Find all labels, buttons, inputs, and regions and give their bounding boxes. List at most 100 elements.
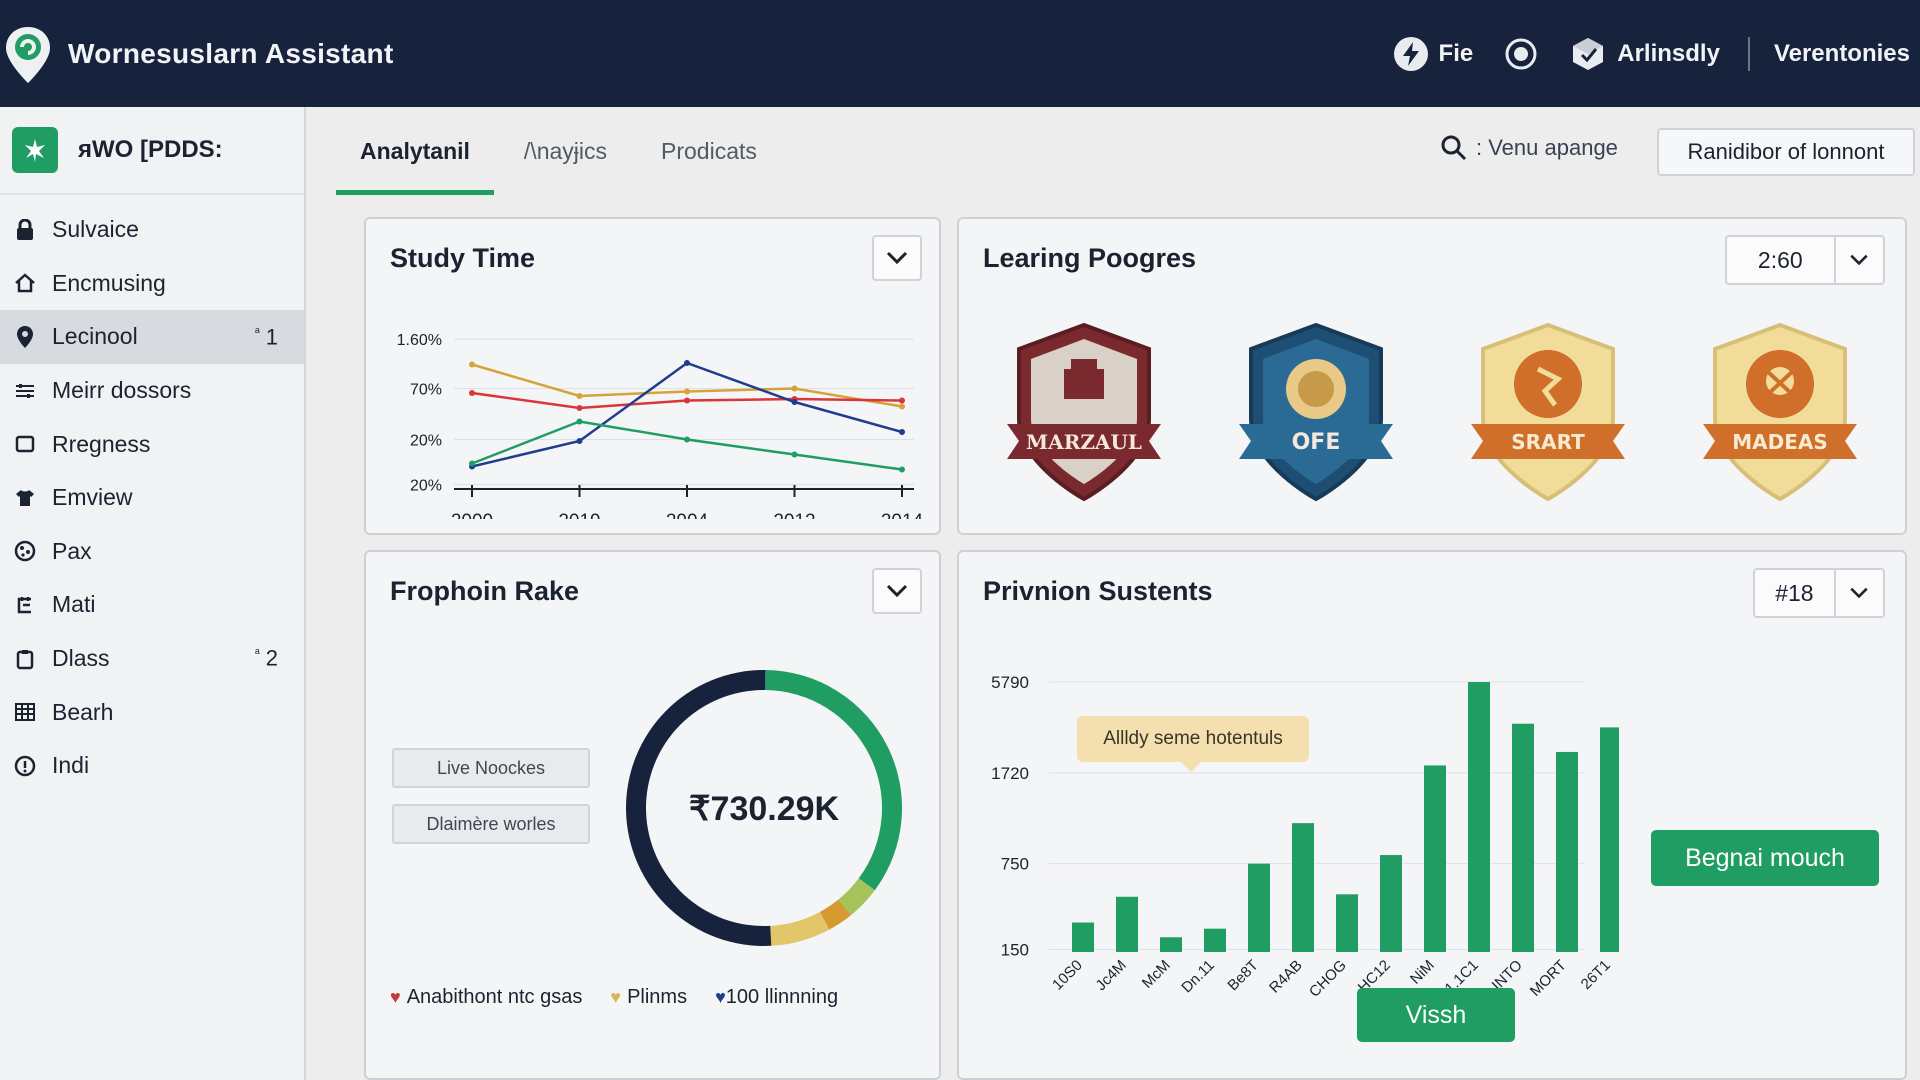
sidebar-item-label: Rregness <box>52 430 151 457</box>
chevron-down-icon <box>886 584 908 598</box>
sidebar-item-label: Meirr dossors <box>52 377 192 404</box>
box-icon <box>1573 37 1604 70</box>
achievement-badge-madeas-icon: MADEAS <box>1703 322 1857 502</box>
dropdown-value: 2:60 <box>1727 237 1836 283</box>
dlaimere-worles-button[interactable]: Dlaimère worles <box>392 804 590 844</box>
pin-icon <box>12 324 38 350</box>
header-action-label: Arlinsdly <box>1617 39 1720 67</box>
sidebar-item-encmusing[interactable]: Encmusing <box>0 257 304 311</box>
card-title: Privnion Sustents <box>983 576 1213 606</box>
sidebar-item-emview[interactable]: Emview <box>0 471 304 525</box>
x-tick-label: 2014 <box>881 511 924 519</box>
search-control[interactable]: : Venu apange <box>1440 134 1618 162</box>
series-point <box>684 360 690 366</box>
x-tick-label: Dn.11 <box>1178 957 1218 997</box>
badge-row: MARZAUL OFE SRART MADEAS <box>999 319 1859 509</box>
card-title: Learing Poogres <box>983 243 1197 273</box>
sidebar-title: ᴙWO [PDDS: <box>78 136 223 163</box>
sidebar-badge-value: 1 <box>265 324 278 350</box>
badge-label: SRART <box>1511 430 1585 454</box>
target-icon <box>1505 38 1537 69</box>
series-line <box>471 420 903 471</box>
y-tick-label: 1.60% <box>397 332 442 349</box>
header-action-fie[interactable]: Fie <box>1393 36 1474 72</box>
bar <box>1248 863 1270 952</box>
sidebar-item-sulvaice[interactable]: Sulvaice <box>0 203 304 257</box>
bar <box>1600 727 1619 952</box>
search-label: : Venu apange <box>1476 135 1618 160</box>
header-action-label: Fie <box>1438 39 1474 67</box>
header-action-arlinsdly[interactable]: Arlinsdly <box>1569 35 1720 73</box>
live-noockes-button[interactable]: Live Noockes <box>392 748 590 788</box>
x-tick-label: Jc4M <box>1092 957 1129 994</box>
bar <box>1424 765 1446 952</box>
header-action-label: Verentonies <box>1773 39 1910 67</box>
donut-legend: ♥ Anabithont ntc gsas ♥ Plinms ♥100 llinnn… <box>390 986 838 1009</box>
sidebar-item-bearh[interactable]: Bearh <box>0 685 304 739</box>
x-tick-label: 26T1 <box>1578 957 1614 993</box>
legend-label: Plinms <box>627 986 688 1008</box>
bar <box>1160 937 1182 952</box>
badge-label: MARZAUL <box>1026 430 1142 454</box>
series-point <box>791 399 798 405</box>
frophoin-rake-donut-chart: ₹730.29K <box>626 670 902 946</box>
y-tick-label: 150 <box>1001 941 1029 960</box>
y-tick-label: 750 <box>1001 855 1029 874</box>
sidebar-item-label: Lecinool <box>52 323 138 350</box>
x-tick-label: CHOG <box>1306 957 1350 1001</box>
donut-slice <box>770 911 830 946</box>
donut-center-value: ₹730.29K <box>689 790 840 828</box>
bar <box>1204 928 1226 952</box>
learning-progress-dropdown[interactable]: 2:60 <box>1725 235 1885 285</box>
sidebar-item-dlass[interactable]: Dlass ᵃ2 <box>0 632 304 686</box>
x-tick-label: NiM <box>1407 957 1438 988</box>
header-divider <box>1747 36 1750 71</box>
header-action-target[interactable] <box>1505 38 1547 70</box>
bar <box>1468 682 1490 952</box>
study-time-card: Study Time 1.60% 70% 20% 20% 2000 2019 2904 201… <box>364 217 941 535</box>
series-point <box>684 436 690 443</box>
sidebar-item-label: Bearh <box>52 698 114 725</box>
frophoin-rake-dropdown[interactable] <box>872 568 922 614</box>
header-actions: Fie Arlinsdly Verentonies <box>1393 0 1910 107</box>
sidebar-item-mati[interactable]: Mati <box>0 578 304 632</box>
sidebar-item-label: Emview <box>52 484 133 511</box>
sidebar-item-rregness[interactable]: Rregness <box>0 417 304 471</box>
sidebar-item-indi[interactable]: Indi <box>0 739 304 793</box>
tab-prodicats[interactable]: Prodicats <box>637 107 781 195</box>
header-action-verentonies[interactable]: Verentonies <box>1774 40 1910 68</box>
app-title: Wornesuslarn Assistant <box>68 37 394 69</box>
tab-analytics[interactable]: /\nayɉics <box>500 107 631 195</box>
home-icon <box>12 270 38 296</box>
sidebar-item-meirr-dossors[interactable]: Meirr dossors <box>0 364 304 418</box>
learning-progress-card: Learing Poogres 2:60 MARZAUL OFE SRART M… <box>957 217 1907 535</box>
x-tick-label: 2904 <box>666 511 709 519</box>
sidebar-logo-icon <box>12 127 58 173</box>
donut-slice <box>765 670 902 891</box>
x-tick-label: McM <box>1139 957 1174 992</box>
legend-item: ♥100 llinnning <box>715 986 838 1009</box>
sidebar-badge-value: 2 <box>265 645 278 671</box>
sidebar-count-badge: ᵃ1 <box>254 323 278 350</box>
chevron-down-icon <box>886 251 908 265</box>
bar <box>1556 751 1578 952</box>
dropdown-value: #18 <box>1755 570 1836 616</box>
achievement-badge-srart-icon: SRART <box>1471 322 1625 502</box>
x-tick-label: 2019 <box>558 511 600 519</box>
begnai-mouch-button[interactable]: Begnai mouch <box>1651 830 1879 886</box>
bar <box>1336 894 1358 952</box>
brand-logo-icon <box>4 25 52 83</box>
tab-analytanil[interactable]: Analytanil <box>336 107 494 195</box>
bar <box>1292 823 1314 952</box>
vissh-button[interactable]: Vissh <box>1357 988 1515 1042</box>
sidebar-item-lecinool[interactable]: Lecinool ᵃ1 <box>0 310 304 364</box>
ranidibor-button[interactable]: Ranidibor of lonnont <box>1657 128 1915 176</box>
heart-icon: ♥ <box>390 987 401 1007</box>
sidebar-item-pax[interactable]: Pax <box>0 525 304 579</box>
study-time-dropdown[interactable] <box>872 235 922 281</box>
privnion-sustents-dropdown[interactable]: #18 <box>1753 568 1885 618</box>
series-point <box>576 405 583 411</box>
legend-label: Anabithont ntc gsas <box>406 986 583 1008</box>
sidebar-item-label: Sulvaice <box>52 216 139 243</box>
sidebar-item-label: Indi <box>52 752 90 779</box>
